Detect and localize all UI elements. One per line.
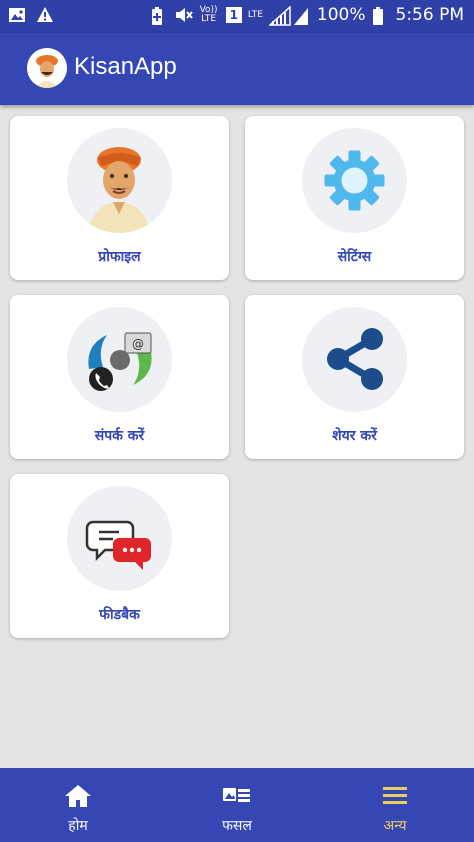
feedback-label: फीडबैक [99, 607, 140, 623]
mute-icon [174, 6, 193, 24]
nav-home[interactable]: होम [18, 768, 138, 842]
home-icon [62, 782, 94, 810]
signal-2-icon [293, 6, 311, 25]
volte-indicator: Vo)) LTE [199, 5, 218, 24]
settings-label: सेटिंग्स [337, 249, 372, 265]
gear-icon [302, 128, 407, 233]
nav-crop[interactable]: फसल [177, 768, 297, 842]
signal-icon [267, 5, 291, 26]
battery-saver-icon [150, 6, 168, 25]
share-icon [302, 307, 407, 412]
image-notification-icon [8, 6, 26, 24]
lte-indicator: LTE [247, 9, 263, 20]
share-label: शेयर करें [332, 428, 377, 444]
contact-label: संपर्क करें [94, 428, 145, 444]
svg-text:@: @ [132, 337, 144, 351]
profile-label: प्रोफाइल [98, 249, 141, 265]
warning-icon [36, 6, 54, 24]
chat-bubbles-icon [67, 486, 172, 591]
crop-list-icon [221, 782, 253, 810]
contact-icon: @ [67, 307, 172, 412]
battery-percent: 100% [316, 5, 366, 25]
profile-card[interactable]: प्रोफाइल [10, 116, 229, 280]
settings-card[interactable]: सेटिंग्स [245, 116, 464, 280]
feedback-card[interactable]: फीडबैक [10, 474, 229, 638]
nav-other-label: अन्य [383, 818, 407, 834]
app-title: KisanApp [74, 53, 177, 80]
farmer-avatar-icon [67, 128, 172, 233]
nav-other[interactable]: अन्य [335, 768, 455, 842]
app-bar: KisanApp [0, 33, 474, 105]
menu-icon [379, 782, 411, 810]
share-card[interactable]: शेयर करें [245, 295, 464, 459]
contact-card[interactable]: @ संपर्क करें [10, 295, 229, 459]
clock: 5:56 PM [395, 5, 465, 25]
nav-crop-label: फसल [222, 818, 252, 834]
status-bar: Vo)) LTE 1 LTE 100% 5:56 PM [0, 0, 474, 33]
app-logo-icon [27, 48, 67, 88]
nav-home-label: होम [68, 818, 88, 834]
battery-icon [372, 6, 390, 25]
bottom-navigation: होम फसल अन्य [0, 768, 474, 842]
sim-indicator: 1 [225, 7, 242, 23]
